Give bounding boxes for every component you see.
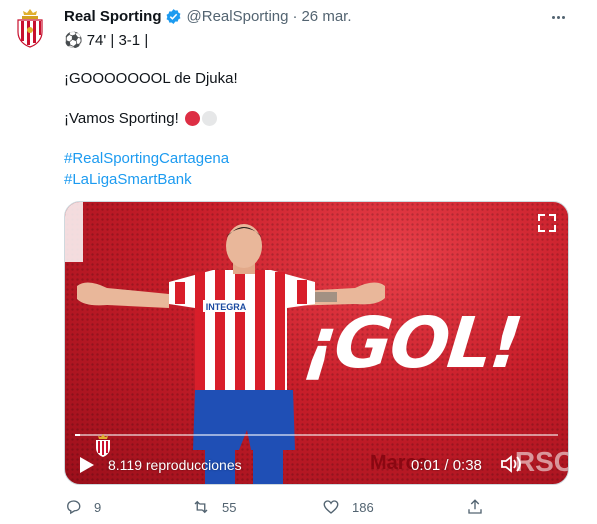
share-button[interactable] xyxy=(466,498,484,516)
reply-count: 9 xyxy=(94,499,102,515)
heart-icon xyxy=(323,500,339,514)
score-text: 74' | 3-1 | xyxy=(86,31,149,49)
video-time: 0:01 / 0:38 xyxy=(411,457,482,474)
tweet-date[interactable]: 26 mar. xyxy=(301,8,351,25)
author-handle[interactable]: @RealSporting xyxy=(187,8,289,25)
reply-button[interactable]: 9 xyxy=(64,498,101,516)
play-icon[interactable] xyxy=(79,456,95,474)
corner-watermark: RSC xyxy=(514,446,569,477)
hashtag-link[interactable]: #LaLigaSmartBank xyxy=(64,171,192,188)
retweet-button[interactable]: 55 xyxy=(192,498,236,516)
white-circle-icon xyxy=(201,111,217,126)
action-bar: 9 55 186 xyxy=(64,498,494,522)
reply-icon xyxy=(67,500,81,515)
progress-fill xyxy=(75,434,80,436)
like-button[interactable]: 186 xyxy=(322,498,374,516)
volume-icon[interactable] xyxy=(500,454,522,474)
jersey-sponsor: INTEGRA xyxy=(206,302,247,312)
avatar[interactable] xyxy=(12,8,48,48)
retweet-icon xyxy=(194,500,208,514)
author-name[interactable]: Real Sporting xyxy=(64,8,162,25)
separator-dot: · xyxy=(292,7,298,25)
gol-overlay: ¡GOL! xyxy=(300,302,525,384)
hashtag-link[interactable]: #RealSportingCartagena xyxy=(64,150,229,167)
cheer-text: ¡Vamos Sporting! xyxy=(64,110,179,127)
score-line: ⚽ 74' | 3-1 | xyxy=(64,31,149,50)
video-player[interactable]: INTEGRA ¡GOL! Marca RSC 8.119 reproducci… xyxy=(64,201,569,485)
more-options-icon[interactable] xyxy=(548,8,568,26)
share-icon xyxy=(468,499,482,514)
red-circle-icon xyxy=(184,111,200,126)
club-crest-icon xyxy=(96,434,110,457)
progress-bar[interactable] xyxy=(75,434,558,436)
cheer-line: ¡Vamos Sporting! xyxy=(64,110,217,127)
tweet-header: Real Sporting @RealSporting · 26 mar. xyxy=(64,6,352,26)
view-count: 8.119 reproducciones xyxy=(108,457,242,473)
retweet-count: 55 xyxy=(222,499,237,515)
expand-icon[interactable] xyxy=(536,212,558,234)
soccer-ball-icon: ⚽ xyxy=(64,32,83,49)
verified-badge-icon xyxy=(166,8,180,24)
goal-text: ¡GOOOOOOOL de Djuka! xyxy=(64,70,238,87)
like-count: 186 xyxy=(352,499,374,515)
